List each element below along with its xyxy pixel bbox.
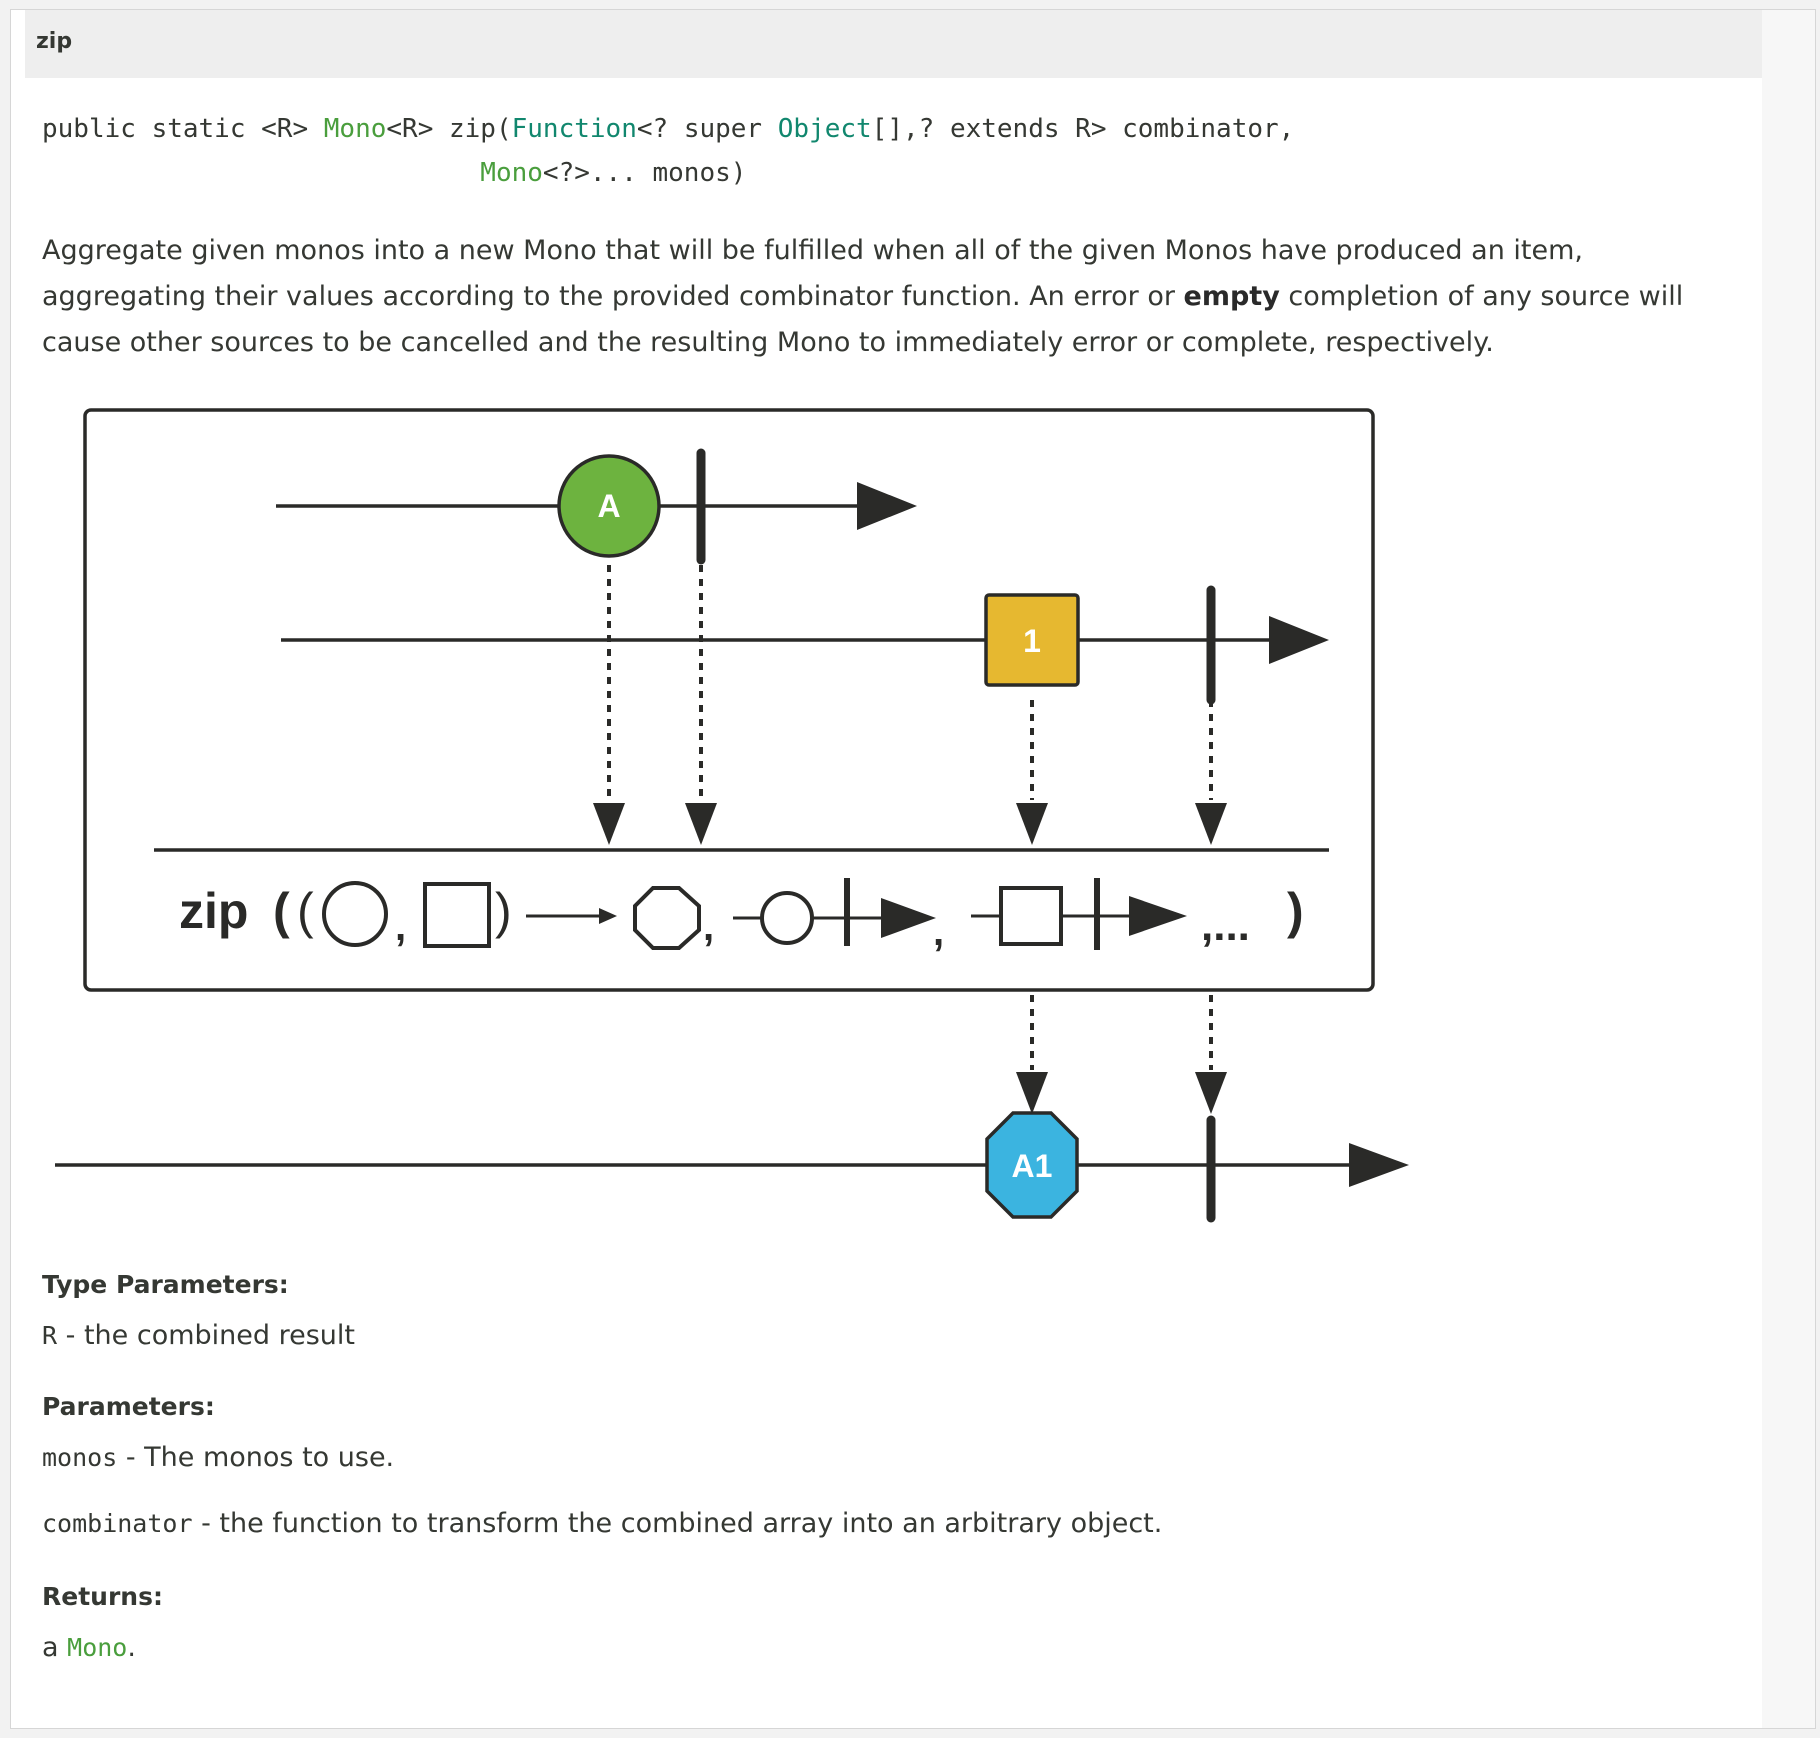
type-parameter-name: R: [42, 1321, 58, 1350]
source1-item-label: A: [597, 488, 620, 524]
formula-mini-arrowhead-2: [1129, 896, 1187, 936]
formula-comma: ,: [395, 905, 406, 949]
operator-label: zip: [179, 883, 248, 939]
result-timeline: A1: [55, 1111, 1409, 1223]
result-arrowhead: [1349, 1143, 1409, 1187]
formula-open-paren-inner: (: [297, 883, 314, 939]
returns-mono-link[interactable]: Mono: [67, 1633, 127, 1662]
output-arrowheads: [1016, 1072, 1227, 1114]
right-gutter: [1762, 10, 1815, 1728]
type-parameter-item: R - the combined result: [42, 1320, 355, 1351]
parameter-name: combinator: [42, 1509, 193, 1538]
output-arrows: [1030, 995, 1213, 1070]
parameter-item: monos - The monos to use.: [42, 1442, 394, 1473]
parameter-desc: - The monos to use.: [117, 1442, 395, 1473]
result-item-label: A1: [1012, 1148, 1053, 1184]
formula-circle: [322, 881, 388, 947]
formula-close-paren-inner: ): [495, 883, 512, 939]
source1-timeline: A: [276, 448, 917, 565]
parameter-desc: - the function to transform the combined…: [192, 1508, 1163, 1539]
source2-arrowhead: [1269, 616, 1329, 664]
operator-formula: zip ( ( , ) , , ,... ): [179, 878, 1304, 954]
formula-arrow-head: [599, 908, 617, 924]
formula-open-paren: (: [273, 883, 290, 939]
formula-mini-arrowhead: [881, 898, 936, 938]
source2-timeline: 1: [281, 585, 1329, 705]
marble-diagram: A 1 zip ( (,) , , ,...) A1: [55, 408, 1409, 1223]
formula-square: [423, 882, 491, 948]
formula-comma: ,: [703, 905, 714, 949]
formula-ellipsis: ,...: [1201, 901, 1250, 950]
returns-heading: Returns:: [42, 1582, 163, 1611]
parameter-name: monos: [42, 1443, 118, 1472]
formula-octagon: [633, 886, 701, 950]
input-arrows: [607, 565, 1213, 800]
returns-suffix: .: [127, 1632, 136, 1663]
type-parameter-desc: - the combined result: [57, 1320, 355, 1351]
source2-item-label: 1: [1023, 623, 1041, 659]
parameters-heading: Parameters:: [42, 1392, 215, 1421]
source1-arrowhead: [857, 482, 917, 530]
formula-close-paren: ): [1287, 883, 1304, 939]
formula-comma: ,: [933, 910, 944, 954]
formula-mini-circle: [760, 891, 814, 945]
returns-value: a Mono.: [42, 1632, 136, 1663]
type-parameters-heading: Type Parameters:: [42, 1270, 289, 1299]
method-detail-panel: zip public static <R> Mono<R> zip(Functi…: [10, 9, 1816, 1729]
returns-prefix: a: [42, 1632, 68, 1663]
parameter-item: combinator - the function to transform t…: [42, 1508, 1162, 1539]
formula-mini-square: [999, 886, 1063, 946]
input-arrowheads: [593, 803, 1227, 845]
